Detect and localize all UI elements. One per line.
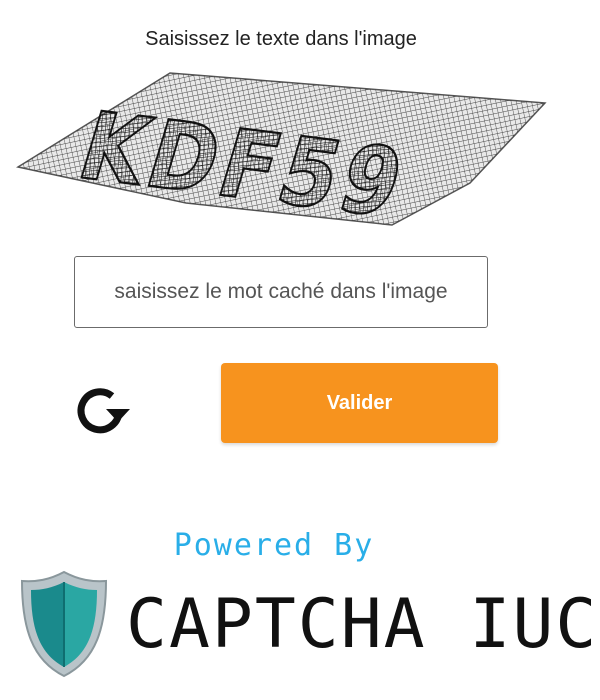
brand-name: CAPTCHA IUC	[126, 585, 599, 664]
captcha-prompt: Saisissez le texte dans l'image	[145, 28, 417, 50]
captcha-image: KDF59	[16, 72, 547, 239]
validate-button[interactable]: Valider	[221, 363, 498, 443]
powered-by-label: Powered By	[173, 528, 375, 563]
captcha-answer-input[interactable]	[74, 256, 488, 328]
refresh-icon[interactable]	[68, 378, 132, 442]
shield-icon	[20, 570, 108, 678]
captcha-widget: Saisissez le texte dans l'image KDF59 Va…	[0, 0, 600, 700]
